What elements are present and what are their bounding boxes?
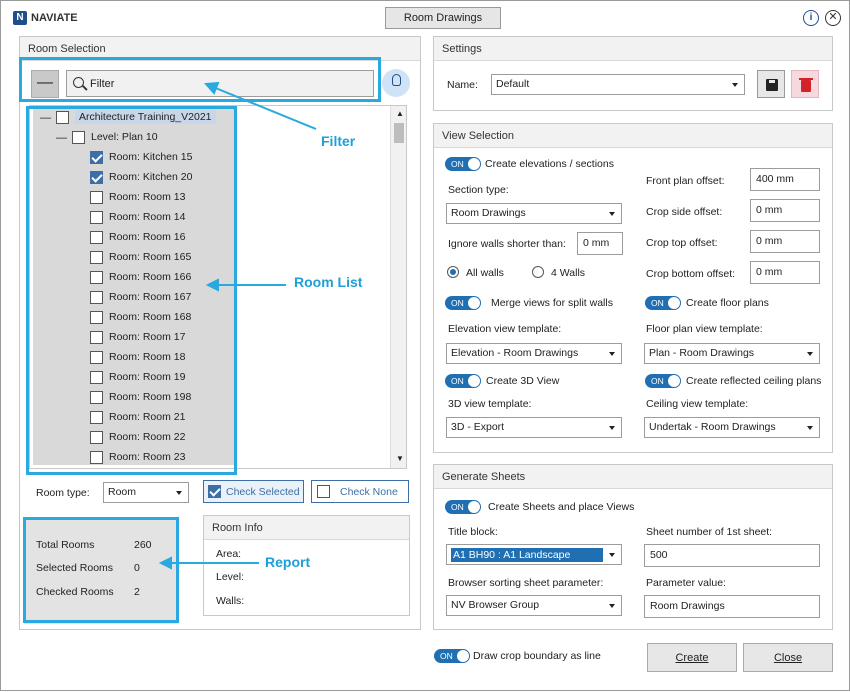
view-selection-title: View Selection [434,124,832,148]
section-type-value: Room Drawings [451,207,526,219]
front-plan-label: Front plan offset: [646,175,725,187]
merge-views-label: Merge views for split walls [491,297,613,309]
ignore-walls-input[interactable]: 0 mm [577,232,623,255]
crop-side-label: Crop side offset: [646,206,723,218]
crop-top-input[interactable]: 0 mm [750,230,820,253]
title-block-label: Title block: [448,526,498,538]
create-3d-toggle[interactable]: ON [445,374,481,388]
save-button[interactable] [757,70,785,98]
create-elevations-label: Create elevations / sections [485,158,614,170]
crop-bottom-value: 0 mm [756,266,783,278]
trash-lid [799,78,813,80]
main-window: N NAVIATE Room Drawings i ✕ Room Selecti… [0,0,850,691]
close-button[interactable]: Close [743,643,833,672]
create-3d-label: Create 3D View [486,375,560,387]
create-floor-plans-label: Create floor plans [686,297,769,309]
ignore-walls-label: Ignore walls shorter than: [448,238,566,250]
elevation-template-select[interactable]: Elevation - Room Drawings [446,343,622,364]
settings-title: Settings [434,37,832,61]
save-icon-label [769,80,775,83]
create-button[interactable]: Create [647,643,737,672]
ceiling-template-select[interactable]: Undertak - Room Drawings [644,417,820,438]
settings-panel: Settings Name: Default [433,36,833,111]
front-plan-input[interactable]: 400 mm [750,168,820,191]
ceiling-template-value: Undertak - Room Drawings [649,421,776,433]
create-rcp-label: Create reflected ceiling plans [686,375,822,387]
crop-side-value: 0 mm [756,204,783,216]
browser-param-value: NV Browser Group [451,599,540,611]
create-sheets-toggle[interactable]: ON [445,500,481,514]
delete-button[interactable] [791,70,819,98]
crop-side-input[interactable]: 0 mm [750,199,820,222]
create-floor-plans-toggle[interactable]: ON [645,296,681,310]
sheet-number-label: Sheet number of 1st sheet: [646,526,773,538]
ignore-walls-value: 0 mm [583,237,610,249]
room-list-annotation: Room List [294,274,363,290]
create-rcp-toggle[interactable]: ON [645,374,681,388]
section-type-select[interactable]: Room Drawings [446,203,622,224]
create-sheets-label: Create Sheets and place Views [488,501,635,513]
template-3d-label: 3D view template: [448,398,532,410]
sheet-number-input[interactable]: 500 [644,544,820,567]
floor-plan-template-label: Floor plan view template: [646,323,763,335]
merge-views-toggle[interactable]: ON [445,296,481,310]
crop-bottom-label: Crop bottom offset: [646,268,736,280]
crop-bottom-input[interactable]: 0 mm [750,261,820,284]
create-label: Create [675,652,709,664]
crop-top-label: Crop top offset: [646,237,718,249]
four-walls-radio[interactable] [532,266,544,278]
ceiling-template-label: Ceiling view template: [646,398,749,410]
param-value-value: Room Drawings [650,600,725,612]
name-label: Name: [447,79,478,91]
browser-param-select[interactable]: NV Browser Group [446,595,622,616]
elevation-template-label: Elevation view template: [448,323,562,335]
report-annotation: Report [265,554,311,570]
browser-param-label: Browser sorting sheet parameter: [448,577,604,589]
floor-plan-template-select[interactable]: Plan - Room Drawings [644,343,820,364]
draw-crop-toggle[interactable]: ON [434,649,470,663]
generate-sheets-panel: Generate Sheets ON Create Sheets and pla… [433,464,833,630]
sheet-number-value: 500 [650,549,668,561]
param-value-input[interactable]: Room Drawings [644,595,820,618]
create-elevations-toggle[interactable]: ON [445,157,481,171]
all-walls-label: All walls [466,267,504,279]
filter-annotation: Filter [321,133,356,149]
four-walls-label: 4 Walls [551,267,586,279]
param-value-label: Parameter value: [646,577,726,589]
draw-crop-label: Draw crop boundary as line [473,650,601,662]
all-walls-radio[interactable] [447,266,459,278]
crop-top-value: 0 mm [756,235,783,247]
front-plan-value: 400 mm [756,173,794,185]
elevation-template-value: Elevation - Room Drawings [451,347,579,359]
template-3d-value: 3D - Export [451,421,505,433]
trash-icon [801,80,811,92]
view-selection-panel: View Selection ON Create elevations / se… [433,123,833,453]
name-select[interactable]: Default [491,74,745,95]
template-3d-select[interactable]: 3D - Export [446,417,622,438]
generate-sheets-title: Generate Sheets [434,465,832,489]
title-block-select[interactable]: A1 BH90 : A1 Landscape [446,544,622,565]
title-block-value: A1 BH90 : A1 Landscape [451,548,603,562]
floor-plan-template-value: Plan - Room Drawings [649,347,755,359]
section-type-label: Section type: [448,184,509,196]
name-value: Default [496,78,530,90]
close-label: Close [773,652,803,664]
